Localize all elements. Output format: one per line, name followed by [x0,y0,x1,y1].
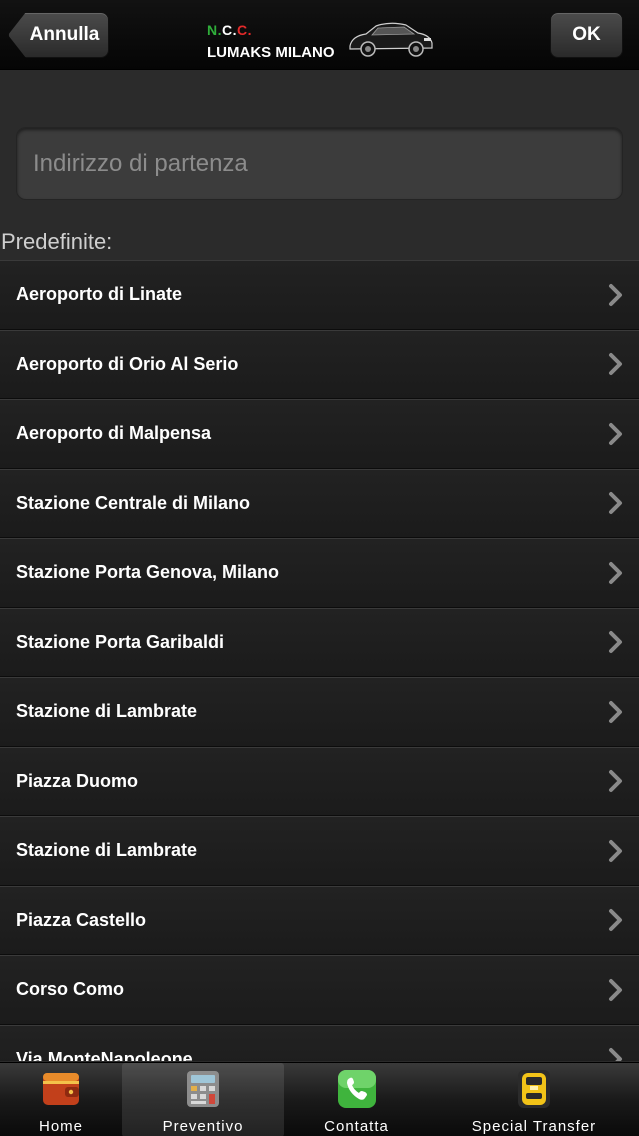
list-item-label: Stazione di Lambrate [16,701,198,722]
list-item[interactable]: Stazione di Lambrate [0,677,639,747]
list-item[interactable]: Aeroporto di Linate [0,260,639,330]
tab-special-transfer-label: Special Transfer [471,1118,597,1135]
taxi-icon [518,1070,550,1108]
ok-button[interactable]: OK [550,12,623,58]
list-item-label: Stazione Porta Genova, Milano [16,562,280,583]
logo-ncc-text: N.C.C. [207,22,253,38]
list-item[interactable]: Stazione Porta Genova, Milano [0,538,639,608]
chevron-right-icon [609,909,622,932]
car-icon [349,22,433,57]
cancel-button[interactable]: Annulla [8,12,109,58]
presets-heading: Predefinite: [1,229,113,254]
tab-preventivo[interactable]: Preventivo [122,1063,284,1136]
list-item[interactable]: Aeroporto di Orio Al Serio [0,329,639,399]
departure-address-input[interactable]: Indirizzo di partenza [16,127,623,200]
list-item[interactable]: Stazione Centrale di Milano [0,468,639,538]
navigation-bar: Annulla N.C.C. LUMAKS MILANO OK [0,0,639,70]
chevron-right-icon [609,700,622,723]
list-item[interactable]: Via MonteNapoleone [0,1024,639,1061]
list-item-label: Stazione di Lambrate [16,840,198,861]
calculator-icon [187,1071,219,1107]
tab-special-transfer[interactable]: Special Transfer [429,1063,639,1136]
list-item[interactable]: Aeroporto di Malpensa [0,399,639,469]
tab-contatta[interactable]: Contatta [284,1063,429,1136]
list-item[interactable]: Piazza Duomo [0,746,639,816]
list-item[interactable]: Stazione di Lambrate [0,816,639,886]
list-item[interactable]: Stazione Porta Garibaldi [0,607,639,677]
list-item-label: Stazione Centrale di Milano [16,492,251,513]
tab-preventivo-label: Preventivo [162,1118,244,1135]
chevron-right-icon [609,422,622,445]
chevron-right-icon [609,839,622,862]
list-item-label: Aeroporto di Linate [16,284,182,305]
phone-icon [337,1070,376,1108]
list-item-label: Stazione Porta Garibaldi [16,631,225,652]
chevron-right-icon [609,770,622,793]
list-item[interactable]: Piazza Castello [0,885,639,955]
tab-contatta-label: Contatta [324,1118,389,1135]
logo-company-name: LUMAKS MILANO [207,44,335,61]
tab-home-label: Home [38,1118,83,1135]
list-item-label: Via MonteNapoleone [16,1048,193,1061]
app-logo: N.C.C. LUMAKS MILANO [206,16,436,64]
chevron-right-icon [609,353,622,376]
chevron-right-icon [609,978,622,1001]
chevron-right-icon [609,283,622,306]
tab-bar: Home Preventivo Contatta Special Transfe… [0,1062,639,1136]
chevron-right-icon [609,631,622,654]
wallet-icon [43,1073,79,1105]
preset-address-list: Aeroporto di Linate Aeroporto di Orio Al… [0,260,639,1061]
list-item-label: Piazza Duomo [16,770,139,791]
list-item-label: Aeroporto di Orio Al Serio [16,353,239,374]
content-area: Indirizzo di partenza Predefinite: Aerop… [0,71,639,1061]
chevron-right-icon [609,492,622,515]
list-item[interactable]: Corso Como [0,955,639,1025]
chevron-right-icon [609,561,622,584]
list-item-label: Piazza Castello [16,909,147,930]
list-item-label: Corso Como [16,979,124,1000]
list-item-label: Aeroporto di Malpensa [16,423,212,444]
tab-home[interactable]: Home [0,1063,122,1136]
chevron-right-icon [609,1048,622,1061]
